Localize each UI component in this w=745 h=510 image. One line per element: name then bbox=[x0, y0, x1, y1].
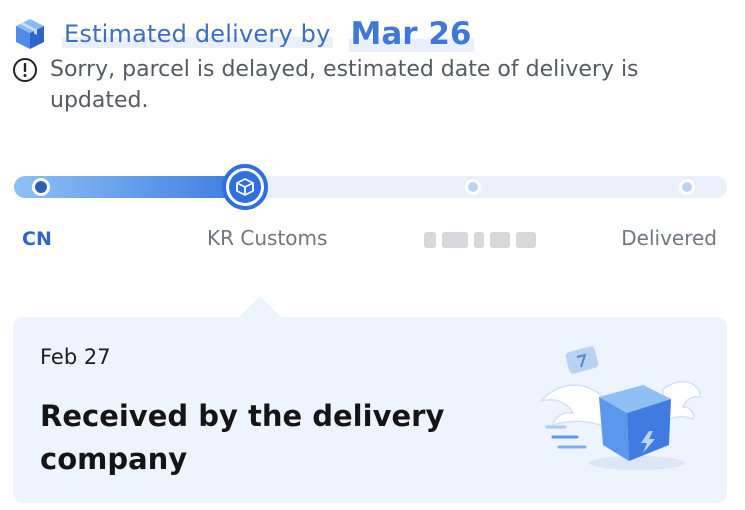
eta-label: Estimated delivery by bbox=[62, 20, 333, 48]
stage-dot-cn bbox=[32, 178, 50, 196]
stage-label-cn: CN bbox=[22, 228, 52, 250]
event-status: Received by the delivery company bbox=[40, 399, 445, 476]
delay-message: Sorry, parcel is delayed, estimated date… bbox=[50, 57, 639, 113]
estimated-delivery-header: Estimated delivery by Mar 26 bbox=[14, 14, 474, 54]
package-box-icon bbox=[16, 19, 44, 49]
stage-label-redacted bbox=[424, 232, 536, 248]
stage-dot-3 bbox=[465, 179, 481, 195]
flying-package-illustration bbox=[538, 346, 701, 470]
stage-label-kr-customs: KR Customs bbox=[207, 226, 328, 250]
delay-notice: Sorry, parcel is delayed, estimated date… bbox=[12, 54, 702, 116]
stage-dot-delivered bbox=[679, 179, 695, 195]
alert-circle-icon bbox=[13, 58, 37, 82]
card-pointer bbox=[238, 296, 282, 318]
tracking-event-card[interactable]: Feb 27 Received by the delivery company bbox=[13, 317, 727, 503]
current-stage-marker bbox=[222, 164, 268, 210]
event-date: Feb 27 bbox=[40, 345, 111, 369]
stage-label-delivered: Delivered bbox=[621, 226, 717, 250]
shipment-progress-track bbox=[14, 164, 727, 210]
eta-date: Mar 26 bbox=[348, 16, 474, 52]
box-icon bbox=[236, 178, 254, 196]
